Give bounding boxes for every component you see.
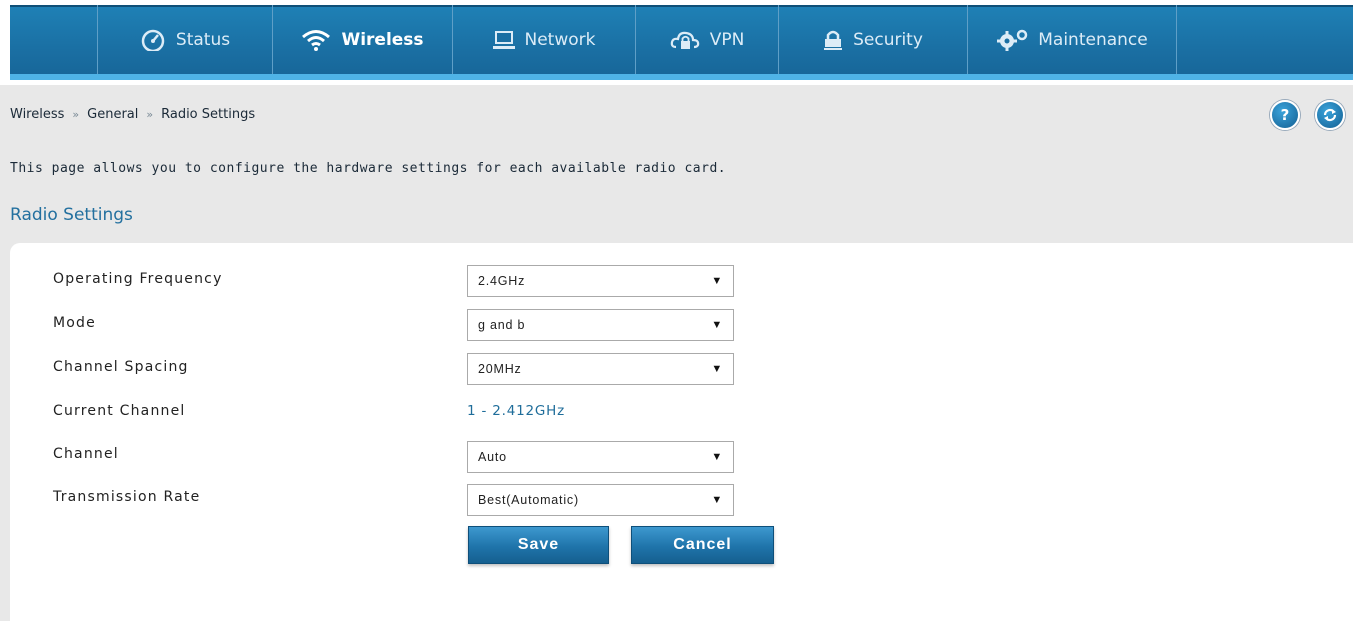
breadcrumb-item-general[interactable]: General [87, 107, 138, 122]
channel-spacing-select[interactable]: 20MHz ▼ [467, 353, 734, 385]
monitor-icon [492, 30, 515, 49]
cloud-lock-icon [670, 31, 699, 49]
nav-item-label: Wireless [341, 29, 424, 50]
select-value: Auto [478, 450, 507, 464]
nav-item-vpn[interactable]: VPN [635, 5, 778, 74]
lock-icon [824, 30, 843, 50]
nav-accent-strip [10, 74, 1353, 80]
cancel-button[interactable]: Cancel [631, 526, 774, 564]
dropdown-arrow-icon: ▼ [711, 275, 723, 287]
dropdown-arrow-icon: ▼ [711, 494, 723, 506]
nav-item-status[interactable]: Status [97, 5, 272, 74]
refresh-icon [1323, 108, 1337, 122]
operating-frequency-select[interactable]: 2.4GHz ▼ [467, 265, 734, 297]
nav-item-security[interactable]: Security [778, 5, 967, 74]
nav-item-label: VPN [709, 29, 745, 50]
breadcrumb-item-radio-settings: Radio Settings [161, 107, 256, 122]
current-channel-label: Current Channel [53, 403, 186, 419]
select-value: g and b [478, 318, 526, 332]
top-navigation-bar: Status Wireless Network VPN Security Mai… [0, 5, 1353, 80]
current-channel-value: 1 - 2.412GHz [467, 403, 565, 419]
dropdown-arrow-icon: ▼ [711, 363, 723, 375]
radio-settings-panel: Operating Frequency 2.4GHz ▼ Mode g and … [10, 243, 1353, 621]
dashboard-icon [141, 29, 165, 51]
breadcrumb-separator: » [72, 108, 80, 121]
page-description: This page allows you to configure the ha… [10, 161, 727, 176]
breadcrumb: Wireless » General » Radio Settings [10, 107, 255, 122]
dropdown-arrow-icon: ▼ [711, 451, 723, 463]
mode-label: Mode [53, 315, 96, 331]
gears-icon [997, 29, 1028, 51]
mode-select[interactable]: g and b ▼ [467, 309, 734, 341]
nav-item-label: Maintenance [1038, 29, 1148, 50]
nav-left-edge [0, 5, 10, 80]
help-icon: ? [1280, 106, 1290, 124]
operating-frequency-label: Operating Frequency [53, 271, 223, 287]
nav-item-label: Status [175, 29, 231, 50]
refresh-button[interactable] [1315, 100, 1345, 130]
nav-item-network[interactable]: Network [452, 5, 635, 74]
content-area: Wireless » General » Radio Settings ? This p… [0, 85, 1353, 621]
select-value: 20MHz [478, 362, 522, 376]
channel-spacing-label: Channel Spacing [53, 359, 189, 375]
select-value: 2.4GHz [478, 274, 526, 288]
section-title: Radio Settings [10, 205, 133, 225]
nav-item-label: Network [524, 29, 596, 50]
nav-item-maintenance[interactable]: Maintenance [967, 5, 1177, 74]
save-button[interactable]: Save [468, 526, 609, 564]
nav-item-wireless[interactable]: Wireless [272, 5, 452, 74]
nav-menu: Status Wireless Network VPN Security Mai… [97, 5, 1177, 74]
channel-select[interactable]: Auto ▼ [467, 441, 734, 473]
wifi-icon [302, 29, 331, 51]
transmission-rate-select[interactable]: Best(Automatic) ▼ [467, 484, 734, 516]
channel-label: Channel [53, 446, 119, 462]
help-button[interactable]: ? [1270, 100, 1300, 130]
nav-item-label: Security [853, 29, 923, 50]
select-value: Best(Automatic) [478, 493, 579, 507]
breadcrumb-item-wireless[interactable]: Wireless [10, 107, 64, 122]
breadcrumb-separator: » [146, 108, 154, 121]
dropdown-arrow-icon: ▼ [711, 319, 723, 331]
transmission-rate-label: Transmission Rate [53, 489, 201, 505]
